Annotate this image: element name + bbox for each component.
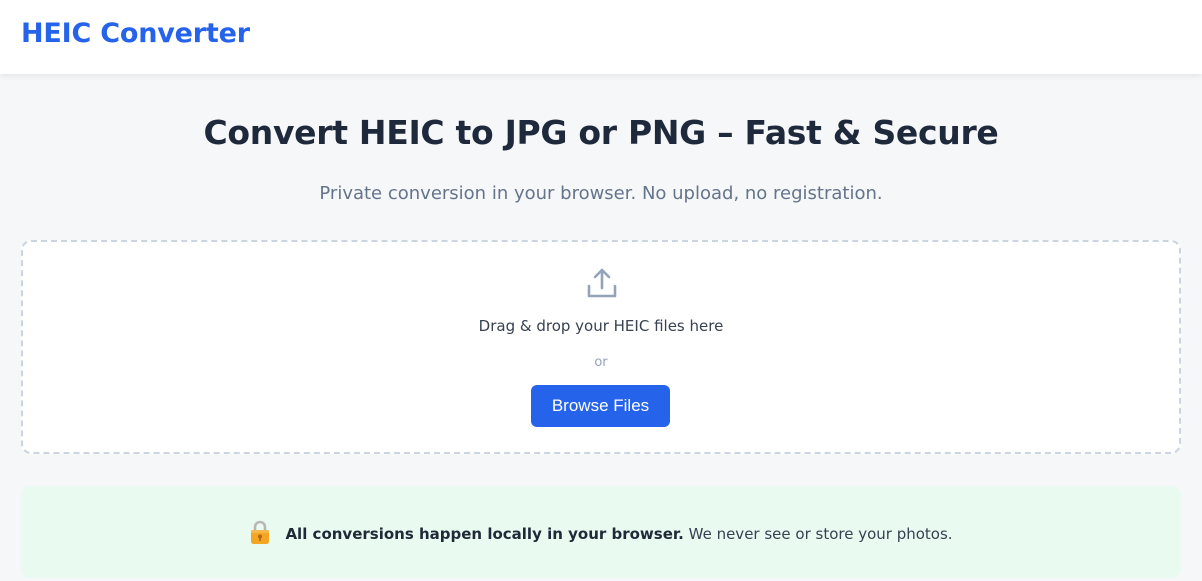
privacy-notice: All conversions happen locally in your b… [21, 486, 1181, 578]
page-title: Convert HEIC to JPG or PNG – Fast & Secu… [203, 113, 999, 152]
browse-files-button[interactable]: Browse Files [531, 385, 670, 427]
privacy-notice-content: All conversions happen locally in your b… [21, 519, 1181, 545]
top-header: HEIC Converter [0, 0, 1202, 74]
lock-icon [251, 520, 270, 544]
upload-icon [587, 268, 617, 298]
file-dropzone[interactable]: Drag & drop your HEIC files here or Brow… [21, 240, 1181, 454]
brand-logo-text[interactable]: HEIC Converter [21, 18, 250, 49]
privacy-notice-text: We never see or store your photos. [683, 525, 953, 543]
page-subtitle: Private conversion in your browser. No u… [319, 183, 883, 204]
privacy-notice-strong: All conversions happen locally in your b… [285, 525, 684, 543]
dropzone-instruction: Drag & drop your HEIC files here [478, 317, 724, 335]
dropzone-separator: or [594, 355, 608, 370]
